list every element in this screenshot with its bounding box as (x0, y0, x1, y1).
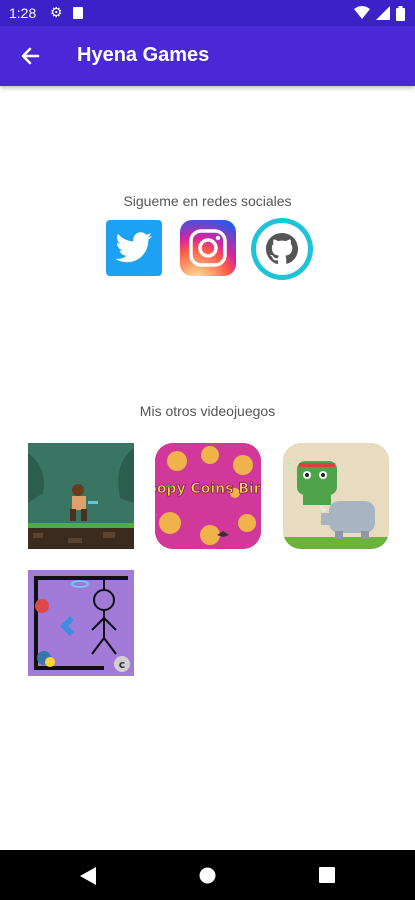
game-art-letter: c (119, 658, 126, 671)
frog-rhino-art (283, 443, 389, 549)
battery-icon (396, 5, 405, 21)
jungle-runner-art (28, 443, 134, 549)
game-tile-frog-rhino[interactable] (283, 443, 389, 549)
hangman-art: c (28, 570, 134, 676)
wifi-icon (354, 6, 370, 19)
nav-back-icon[interactable] (80, 867, 96, 885)
signal-icon (376, 6, 390, 20)
nav-recents-icon[interactable] (319, 867, 335, 883)
github-icon (266, 233, 298, 265)
instagram-icon (189, 229, 227, 267)
game-tile-hangman[interactable]: c (28, 570, 134, 676)
github-link[interactable] (251, 218, 313, 280)
system-nav-bar (0, 850, 415, 900)
game-tile-poopy-coins-birds[interactable]: Poopy Coins Birds (155, 443, 261, 549)
game-art-title: Poopy Coins Birds (155, 481, 261, 497)
app-bar: Hyena Games (0, 26, 415, 86)
nav-home-icon[interactable] (199, 867, 216, 884)
status-icons (354, 5, 405, 21)
games-heading: Mis otros videojuegos (139, 403, 276, 419)
github-badge (256, 223, 308, 275)
game-tile-jungle-runner[interactable] (28, 443, 134, 549)
status-time: 1:28 (9, 5, 37, 21)
back-button[interactable] (16, 41, 46, 71)
social-heading: Sigueme en redes sociales (123, 193, 292, 209)
twitter-icon (115, 232, 152, 263)
poopy-coins-birds-art: Poopy Coins Birds (155, 443, 261, 549)
page-title: Hyena Games (77, 44, 210, 66)
settings-gear-icon: ⚙ (50, 4, 63, 20)
instagram-link[interactable] (180, 220, 236, 276)
arrow-back-icon (21, 47, 40, 65)
status-bar: 1:28 ⚙ (0, 0, 415, 26)
sd-card-icon (73, 7, 83, 19)
twitter-link[interactable] (106, 220, 162, 276)
